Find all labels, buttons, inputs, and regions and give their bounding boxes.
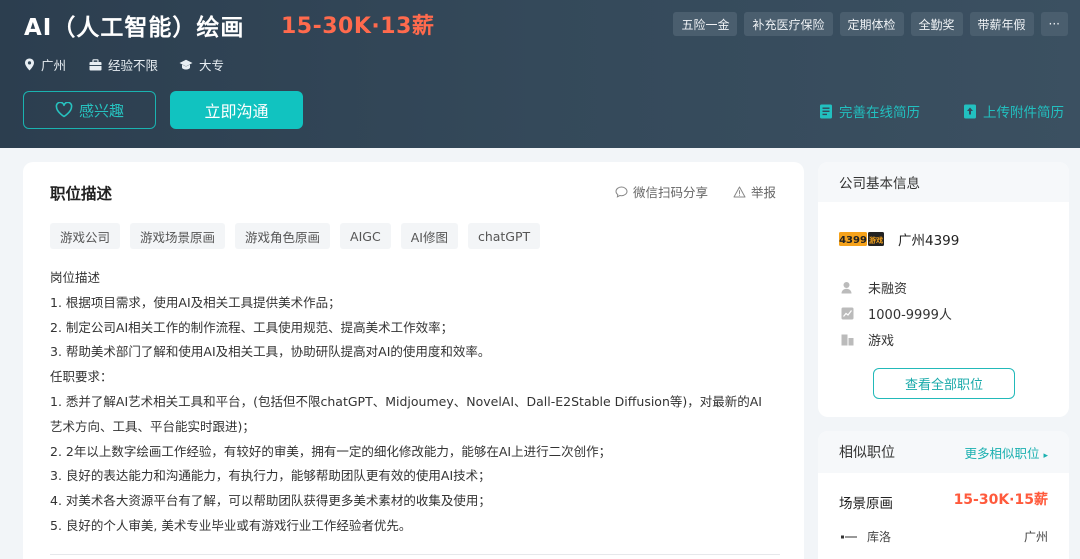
skill-tag: 游戏角色原画 [235, 223, 331, 249]
attach-resume-label: 上传附件简历 [983, 105, 1064, 121]
similar-jobs-header: 相似职位 更多相似职位 ▸ [818, 431, 1069, 473]
similar-job-salary: 15-30K·15薪 [953, 492, 1048, 508]
more-similar-jobs-link[interactable]: 更多相似职位 ▸ [964, 443, 1048, 462]
graduation-cap-icon [179, 59, 193, 69]
description-line: 3. 帮助美术部门了解和使用AI及相关工具，协助研队提高对AI的使用度和效率。 [50, 344, 491, 360]
similar-job-city: 广州 [1023, 530, 1048, 544]
job-skill-tags: 游戏公司 游戏场景原画 游戏角色原画 AIGC AI修图 chatGPT [50, 223, 541, 249]
interest-label: 感兴趣 [78, 101, 124, 120]
description-line: 2. 制定公司AI相关工作的制作流程、工具使用规范、提高美术工作效率； [50, 319, 454, 335]
section-divider [50, 554, 780, 555]
benefit-tag: 带薪年假 [969, 12, 1034, 36]
caret-right-icon: ▸ [1043, 450, 1048, 461]
upload-attachment-resume-link[interactable]: 上传附件简历 [963, 101, 1064, 121]
skill-tag: AIGC [340, 223, 391, 249]
more-similar-label: 更多相似职位 [964, 445, 1040, 461]
warning-icon [733, 186, 746, 197]
skill-tag: chatGPT [467, 223, 541, 249]
job-description-card: 职位描述 微信扫码分享 举报 游戏公司 游戏场景原画 游戏角色原画 AIGC A… [23, 162, 804, 559]
company-name[interactable]: 广州4399 [898, 229, 959, 249]
similar-job-company: 库洛 [839, 528, 891, 545]
skill-tag: AI修图 [400, 223, 458, 249]
description-line: 5. 良好的个人审美, 美术专业毕业或有游戏行业工作经验者优先。 [50, 517, 412, 533]
description-line: 1. 根据项目需求，使用AI及相关工具提供美术作品； [50, 294, 341, 310]
briefcase-icon [89, 58, 102, 70]
company-info-card: 公司基本信息 4399 游戏 广州4399 未融资 1000-9999人 游戏 … [818, 162, 1069, 417]
benefit-tag: 补充医疗保险 [744, 12, 833, 36]
job-location: 广州 [24, 55, 66, 74]
location-text: 广州 [41, 58, 67, 73]
report-button[interactable]: 举报 [733, 182, 776, 201]
similar-job-title[interactable]: 场景原画 [839, 492, 893, 512]
education-text: 大专 [199, 58, 225, 73]
company-info-title: 公司基本信息 [818, 162, 1069, 202]
benefit-tag: 定期体检 [839, 12, 904, 36]
benefit-tag: 全勤奖 [910, 12, 963, 36]
chart-icon [841, 307, 854, 320]
company-size: 1000-9999人 [841, 304, 952, 323]
description-line: 任职要求： [50, 369, 113, 385]
svg-text:4399: 4399 [839, 235, 867, 246]
report-label: 举报 [751, 185, 777, 200]
more-benefits-button[interactable]: ··· [1040, 12, 1068, 36]
job-header-banner: AI（人工智能）绘画 15-30K·13薪 广州 经验不限 大专 五险一金 补充… [0, 0, 1080, 148]
company-industry: 游戏 [841, 330, 894, 349]
description-line: 3. 良好的表达能力和沟通能力，有执行力，能够帮助团队更有效的使用AI技术； [50, 468, 491, 484]
job-description-text: 岗位描述 1. 根据项目需求，使用AI及相关工具提供美术作品； 2. 制定公司A… [50, 266, 790, 539]
upload-file-icon [964, 104, 976, 118]
job-title: AI（人工智能）绘画 [24, 15, 245, 41]
location-pin-icon [25, 58, 34, 71]
size-text: 1000-9999人 [868, 308, 952, 323]
heart-icon [55, 102, 73, 118]
company-logo-small-icon [841, 535, 857, 538]
description-line: 岗位描述 [50, 270, 101, 285]
job-salary: 15-30K·13薪 [281, 14, 435, 39]
company-logo-image: 4399 游戏 [839, 232, 884, 246]
chat-bubble-icon [615, 185, 628, 198]
benefit-tag: 五险一金 [673, 12, 738, 36]
skill-tag: 游戏公司 [50, 223, 121, 249]
chat-now-button[interactable]: 立即沟通 [170, 91, 303, 129]
share-label: 微信扫码分享 [633, 185, 709, 200]
skill-tag: 游戏场景原画 [130, 223, 226, 249]
similar-company-name: 库洛 [867, 530, 892, 544]
similar-jobs-card: 相似职位 更多相似职位 ▸ 场景原画 15-30K·15薪 库洛 广州 [818, 431, 1069, 559]
building-icon [841, 334, 854, 346]
online-resume-label: 完善在线简历 [839, 105, 920, 121]
job-description-title: 职位描述 [50, 185, 113, 203]
user-icon [841, 282, 852, 294]
description-line: 1. 悉并了解AI艺术相关工具和平台，(包括但不限chatGPT、Midjoum… [50, 393, 762, 409]
description-line: 艺术方向、工具、平台能实时跟进)； [50, 418, 255, 434]
resume-icon [820, 104, 832, 118]
description-line: 4. 对美术各大资源平台有了解，可以帮助团队获得更多美术素材的收集及使用； [50, 493, 491, 509]
complete-online-resume-link[interactable]: 完善在线简历 [819, 101, 920, 121]
description-line: 2. 2年以上数字绘画工作经验，有较好的审美，拥有一定的细化修改能力，能够在AI… [50, 443, 612, 459]
experience-text: 经验不限 [108, 58, 159, 73]
funding-text: 未融资 [868, 282, 908, 297]
company-logo[interactable]: 4399 游戏 [839, 219, 884, 259]
job-education: 大专 [179, 55, 224, 74]
view-all-jobs-button[interactable]: 查看全部职位 [873, 368, 1015, 399]
benefit-tags: 五险一金 补充医疗保险 定期体检 全勤奖 带薪年假 ··· [673, 12, 1068, 36]
job-experience: 经验不限 [89, 55, 158, 74]
company-funding: 未融资 [841, 278, 907, 297]
industry-text: 游戏 [868, 334, 895, 349]
interest-button[interactable]: 感兴趣 [23, 91, 156, 129]
svg-text:游戏: 游戏 [869, 236, 883, 245]
similar-jobs-title: 相似职位 [839, 445, 895, 461]
wechat-share-button[interactable]: 微信扫码分享 [615, 182, 708, 201]
